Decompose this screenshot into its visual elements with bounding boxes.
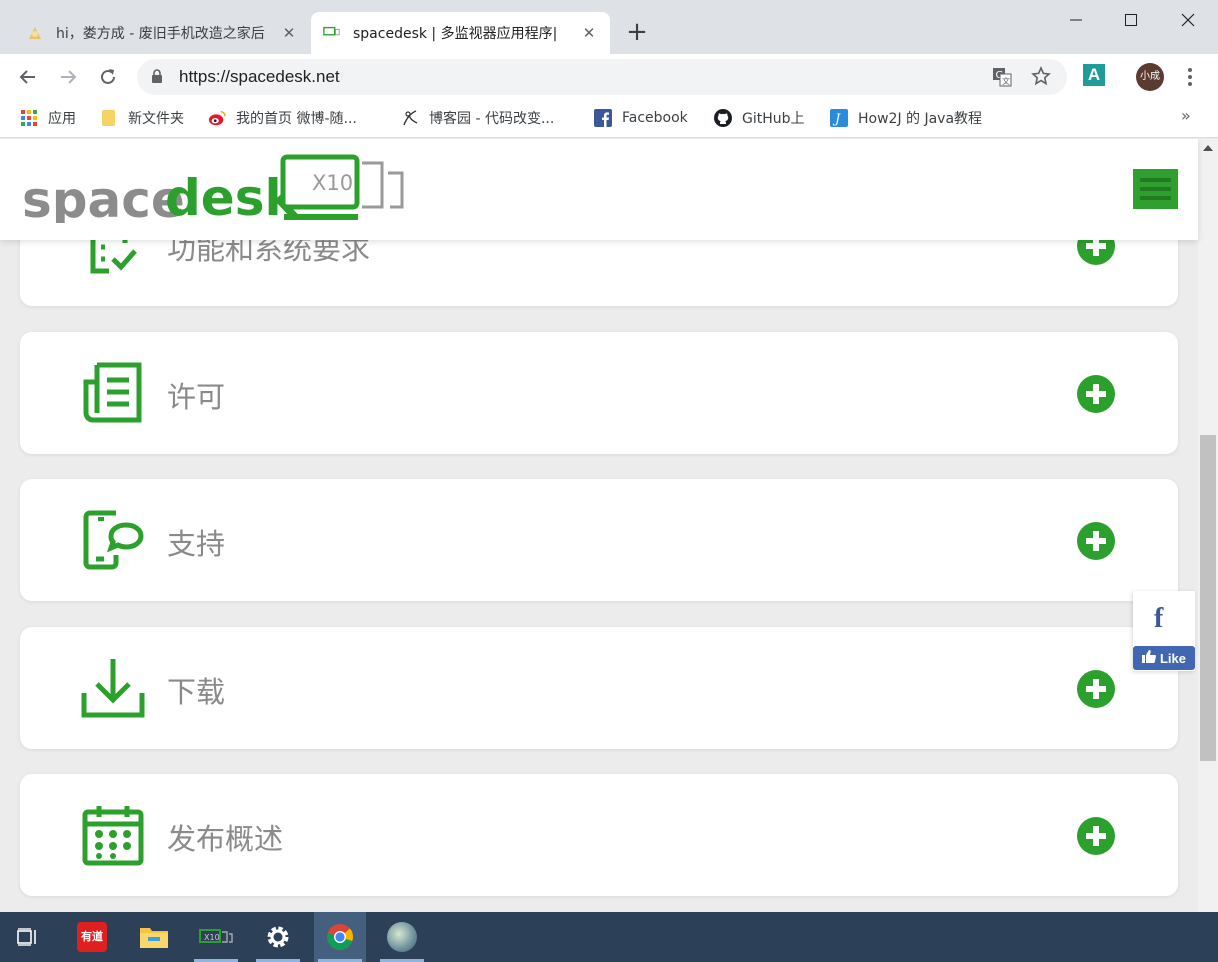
logo-word-gray: space [22, 171, 185, 223]
bookmark-label: How2J 的 Java教程 [858, 111, 983, 127]
facebook-like-button[interactable]: Like [1133, 646, 1195, 670]
bookmark-label: 应用 [48, 111, 76, 127]
expand-plus-icon[interactable] [1076, 816, 1116, 856]
bookmark-label: 我的首页 微博-随... [236, 111, 357, 127]
minimize-icon[interactable] [1056, 6, 1096, 34]
spacedesk-icon[interactable]: X10 [190, 912, 242, 962]
site-header: space desk X10 [0, 139, 1198, 240]
logo-word-green: desk [165, 169, 299, 223]
page-scrollbar[interactable] [1198, 139, 1218, 912]
bookmark-label: 新文件夹 [128, 111, 184, 127]
lock-icon[interactable] [151, 69, 163, 88]
facebook-icon [594, 109, 612, 127]
bookmark-new-folder[interactable]: 新文件夹 [100, 108, 184, 128]
tab-title: spacedesk | 多监视器应用程序| [353, 26, 558, 42]
page-viewport: space desk X10 功能和系统要求 许可 支持 下载 发布概述 f L… [0, 139, 1218, 912]
settings-icon[interactable] [252, 912, 304, 962]
back-arrow-icon[interactable] [13, 62, 43, 92]
svg-text:X10: X10 [204, 933, 220, 942]
section-card-support[interactable]: 支持 [20, 479, 1178, 601]
scroll-up-arrow-icon[interactable] [1203, 145, 1213, 151]
extension-a-icon[interactable]: A [1083, 64, 1105, 86]
bookmark-cnblogs[interactable]: 博客园 - 代码改变... [401, 108, 554, 128]
menu-dots-icon[interactable] [1180, 64, 1200, 90]
bookmarks-bar: 应用 新文件夹 我的首页 微博-随... 博客园 - 代码改变... Faceb… [0, 100, 1218, 138]
section-label: 发布概述 [167, 822, 284, 856]
bookmark-weibo[interactable]: 我的首页 微博-随... [208, 108, 357, 128]
bookmark-apps[interactable]: 应用 [20, 108, 76, 128]
tab-strip: hi，娄方成 - 废旧手机改造之家后 ✕ spacedesk | 多监视器应用程… [0, 0, 1218, 54]
download-icon [80, 655, 146, 721]
tab-title: hi，娄方成 - 废旧手机改造之家后 [56, 26, 265, 42]
bookmarks-more-button[interactable]: » [1181, 106, 1191, 125]
bookmark-github[interactable]: GitHub上 [714, 108, 805, 128]
close-window-icon[interactable] [1168, 6, 1208, 34]
profile-avatar[interactable]: 小成 [1136, 63, 1164, 91]
bookmark-label: Facebook [622, 110, 688, 126]
github-icon [714, 109, 732, 127]
youdao-icon[interactable]: 有道 [66, 912, 118, 962]
hamburger-menu-icon[interactable] [1133, 169, 1178, 209]
tab-close-icon[interactable]: ✕ [280, 24, 298, 42]
chrome-icon[interactable] [314, 912, 366, 962]
section-label: 支持 [167, 527, 226, 561]
facebook-f-icon[interactable]: f [1154, 603, 1163, 635]
bookmark-label: 博客园 - 代码改变... [429, 111, 555, 127]
bookmark-star-icon[interactable] [1031, 66, 1051, 90]
thumbs-up-icon [1141, 650, 1156, 666]
address-bar[interactable]: https://spacedesk.net G文 [137, 59, 1067, 95]
calendar-icon [80, 802, 146, 868]
youdao-label: 有道 [77, 922, 107, 952]
user-photo-icon[interactable] [376, 912, 428, 962]
section-card-download[interactable]: 下载 [20, 627, 1178, 749]
bookmark-label: GitHub上 [742, 111, 805, 127]
phone-chat-icon [80, 507, 146, 573]
forward-arrow-icon[interactable] [53, 62, 83, 92]
tab-close-icon[interactable]: ✕ [580, 24, 598, 42]
maximize-icon[interactable] [1111, 6, 1151, 34]
scrollbar-thumb[interactable] [1200, 435, 1216, 761]
document-icon [80, 360, 146, 426]
expand-plus-icon[interactable] [1076, 521, 1116, 561]
how2j-icon: J [830, 109, 848, 127]
facebook-widget[interactable]: f Like [1133, 591, 1195, 671]
section-label: 许可 [167, 380, 226, 414]
tab-inactive[interactable]: hi，娄方成 - 废旧手机改造之家后 ✕ [14, 12, 310, 54]
expand-plus-icon[interactable] [1076, 669, 1116, 709]
bookmark-how2j[interactable]: J How2J 的 Java教程 [830, 108, 982, 128]
weibo-icon [208, 109, 226, 127]
folder-icon [100, 109, 118, 127]
reload-icon[interactable] [93, 62, 123, 92]
cat-favicon-icon [26, 24, 44, 42]
svg-text:文: 文 [1002, 76, 1010, 86]
task-view-icon[interactable] [2, 912, 54, 962]
translate-icon[interactable]: G文 [992, 67, 1012, 91]
logo-badge: X10 [312, 171, 353, 195]
spacedesk-favicon-icon [323, 24, 341, 42]
windows-taskbar: 有道 X10 [0, 912, 1218, 962]
address-text[interactable]: https://spacedesk.net [179, 67, 340, 87]
like-label: Like [1159, 650, 1186, 666]
bookmark-facebook[interactable]: Facebook [594, 108, 688, 128]
cnblogs-icon [401, 109, 419, 127]
tab-active[interactable]: spacedesk | 多监视器应用程序| ✕ [311, 12, 610, 54]
expand-plus-icon[interactable] [1076, 374, 1116, 414]
spacedesk-logo[interactable]: space desk X10 [22, 153, 412, 229]
browser-toolbar: https://spacedesk.net G文 A 小成 [0, 54, 1218, 100]
section-label: 下载 [167, 675, 226, 709]
section-card-release-overview[interactable]: 发布概述 [20, 774, 1178, 896]
apps-grid-icon [20, 109, 38, 127]
new-tab-button[interactable]: + [622, 18, 652, 48]
file-explorer-icon[interactable] [128, 912, 180, 962]
section-card-license[interactable]: 许可 [20, 332, 1178, 454]
